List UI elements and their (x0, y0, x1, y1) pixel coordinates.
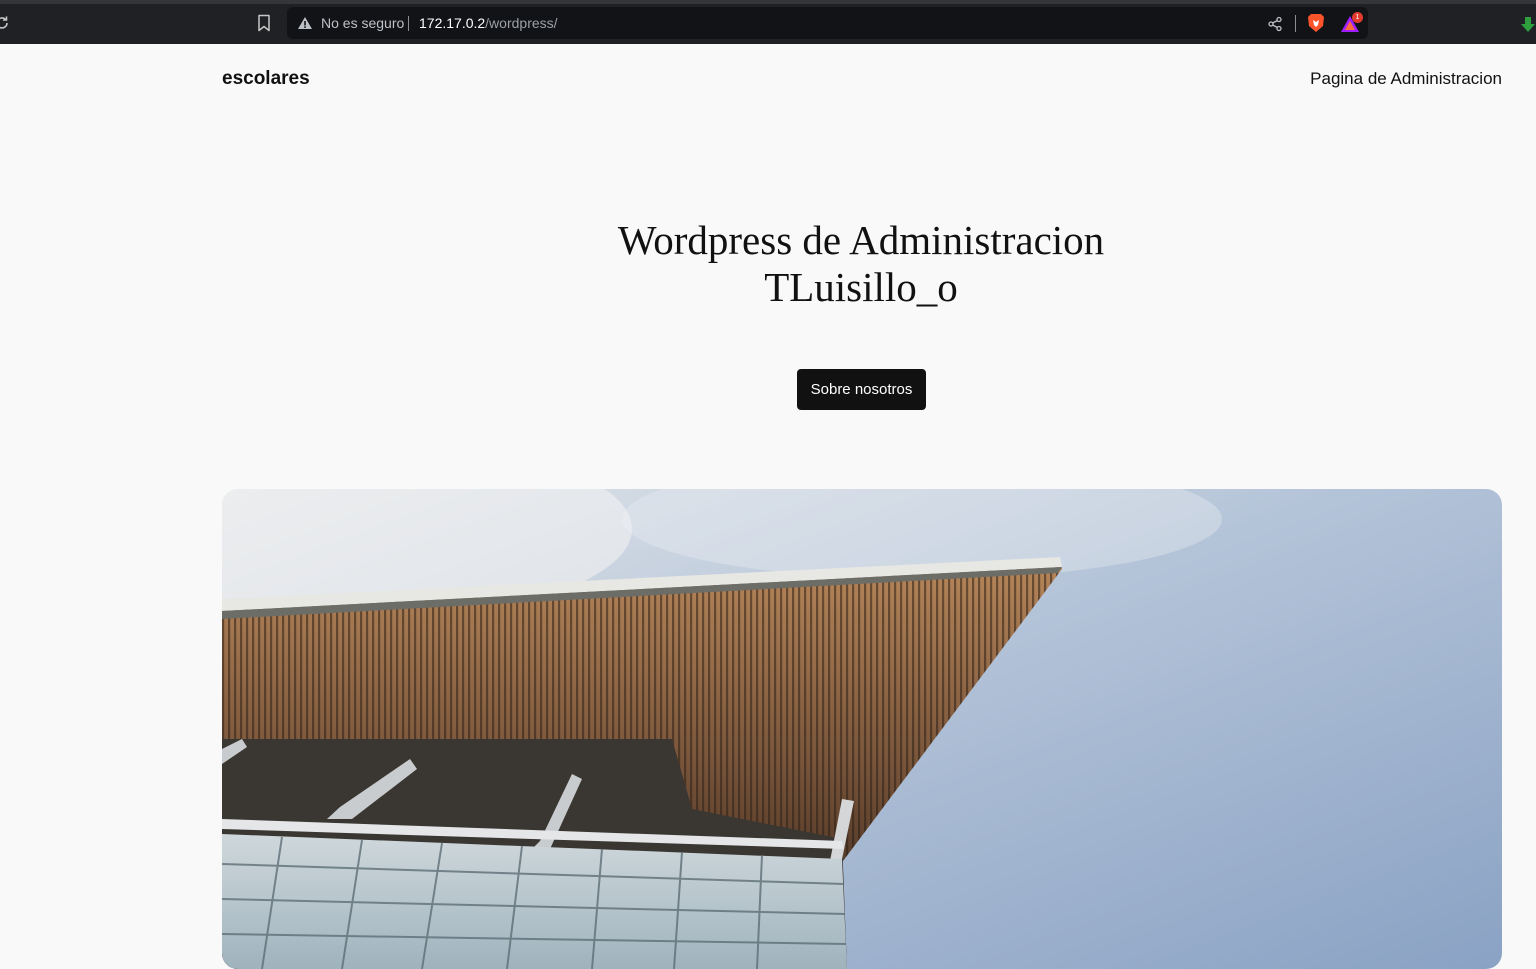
omnibox-divider (1295, 15, 1296, 32)
share-icon[interactable] (1267, 16, 1283, 32)
warning-icon[interactable] (297, 16, 313, 30)
url-path: /wordpress/ (485, 15, 558, 31)
site-title[interactable]: escolares (222, 68, 310, 90)
address-bar[interactable]: No es seguro 172.17.0.2/wordpress/ 1 (287, 7, 1368, 39)
nav-link-admin[interactable]: Pagina de Administracion (1310, 69, 1502, 89)
bookmark-icon[interactable] (256, 14, 272, 32)
building-photo (222, 489, 1502, 969)
download-icon[interactable] (1520, 16, 1536, 34)
omnibox-divider (408, 16, 409, 31)
about-us-button[interactable]: Sobre nosotros (797, 369, 926, 410)
browser-toolbar: No es seguro 172.17.0.2/wordpress/ 1 (0, 0, 1536, 44)
security-status-label[interactable]: No es seguro (321, 15, 404, 31)
hero-title-line-2: TLuisillo_o (764, 264, 958, 310)
url-host: 172.17.0.2 (419, 15, 486, 31)
url-text[interactable]: 172.17.0.2/wordpress/ (419, 15, 558, 31)
hero-title-line-1: Wordpress de Administracion (617, 217, 1105, 263)
hero-title: Wordpress de Administracion TLuisillo_o (461, 217, 1261, 311)
reload-icon[interactable] (0, 15, 10, 31)
brave-shield-icon[interactable] (1307, 13, 1325, 33)
hero-image (222, 489, 1502, 969)
rewards-badge: 1 (1352, 12, 1363, 23)
